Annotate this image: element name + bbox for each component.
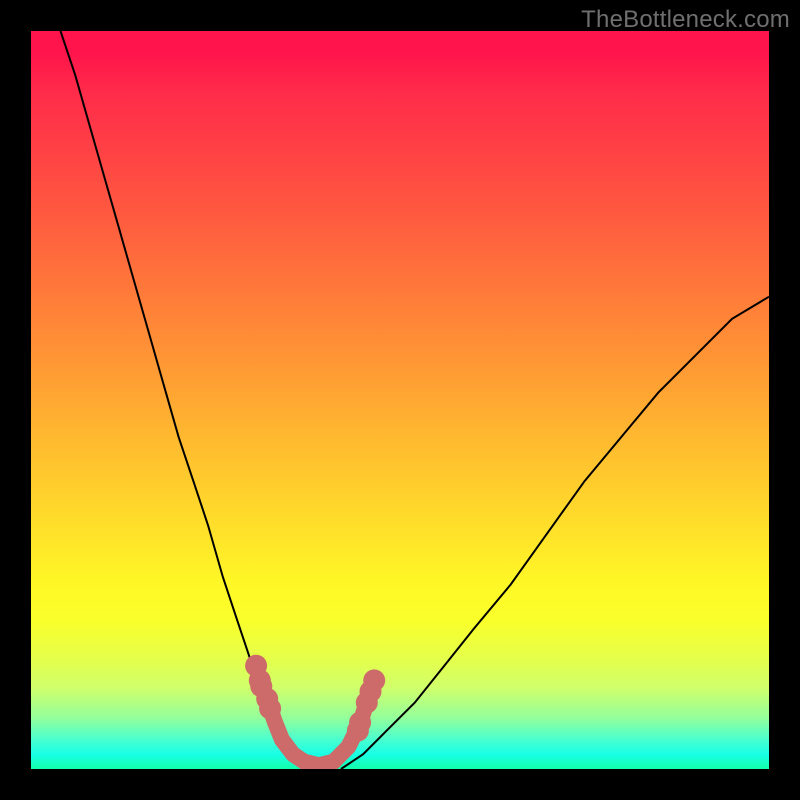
chart-svg (31, 31, 769, 769)
snake-bead (259, 698, 281, 720)
left-branch-curve (61, 31, 312, 769)
right-branch-path (341, 297, 769, 769)
watermark-text: TheBottleneck.com (581, 6, 790, 34)
snake-bead (349, 712, 371, 734)
right-branch-curve (341, 297, 769, 769)
snake-bead (363, 669, 385, 691)
left-branch-path (61, 31, 312, 769)
snake-beads (245, 655, 385, 742)
plot-area (31, 31, 769, 769)
outer-frame: TheBottleneck.com (0, 0, 800, 800)
bottom-snake (245, 655, 385, 766)
